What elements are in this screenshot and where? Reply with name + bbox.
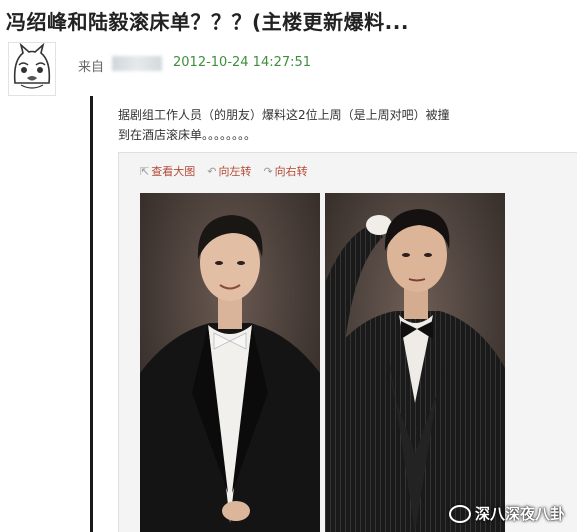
photo-left[interactable]: [140, 193, 320, 532]
rotate-left-label: 向左转: [218, 165, 252, 178]
post-timestamp[interactable]: 2012-10-24 14:27:51: [173, 55, 311, 70]
rotate-right-label: 向右转: [274, 165, 308, 178]
avatar[interactable]: [8, 42, 56, 96]
post-title: 冯绍峰和陆毅滚床单？？？(主楼更新爆料...: [6, 10, 409, 34]
blurred-username[interactable]: [112, 56, 162, 71]
view-large-label: 查看大图: [151, 165, 196, 178]
rotate-left-button[interactable]: ↶ 向左转: [207, 163, 251, 179]
source-label: 来自: [78, 60, 105, 75]
image-toolbar: ⇱ 查看大图 ↶ 向左转 ↷ 向右转: [140, 163, 308, 179]
wechat-icon: [448, 504, 471, 523]
thread-divider: [90, 96, 93, 532]
rotate-right-icon: ↷: [263, 164, 273, 178]
zoom-icon: ⇱: [140, 164, 150, 178]
post-body: 据剧组工作人员（的朋友）爆料这2位上周（是上周对吧）被撞到在酒店滚床单。。。。。…: [118, 108, 450, 142]
view-large-button[interactable]: ⇱ 查看大图: [140, 163, 195, 179]
watermark: 深八深夜八卦: [448, 503, 565, 524]
rotate-left-icon: ↶: [207, 164, 217, 178]
photo-right[interactable]: [325, 193, 505, 532]
rotate-right-button[interactable]: ↷ 向右转: [263, 163, 307, 179]
watermark-text: 深八深夜八卦: [474, 505, 565, 523]
